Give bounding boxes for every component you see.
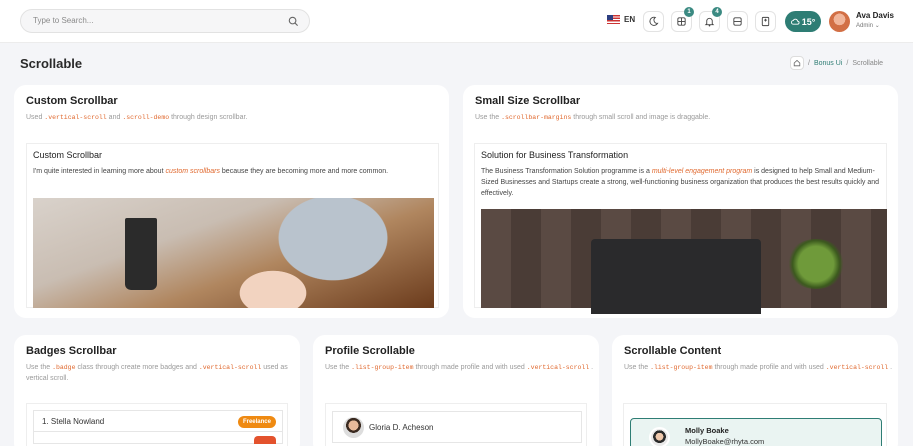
card-title: Small Size Scrollbar <box>475 95 581 107</box>
user-role[interactable]: Admin ⌄ <box>856 22 880 29</box>
bookmark-button[interactable] <box>755 11 776 32</box>
apps-button[interactable]: 1 <box>671 7 694 32</box>
page-title: Scrollable <box>20 56 83 71</box>
small-scroll-area[interactable]: Solution for Business Transformation The… <box>474 143 887 314</box>
user-avatar[interactable] <box>829 11 850 32</box>
scroll-heading: Custom Scrollbar <box>33 150 103 160</box>
status-badge <box>254 436 276 444</box>
notifications-button[interactable]: 4 <box>699 7 722 32</box>
language-label: EN <box>624 15 636 24</box>
scroll-text: I'm quite interested in learning more ab… <box>33 168 389 175</box>
profile-email: MollyBoake@rhyta.com <box>685 437 765 446</box>
moon-icon <box>649 16 659 26</box>
scroll-heading: Solution for Business Transformation <box>481 150 629 160</box>
list-item[interactable]: Gloria D. Acheson <box>332 411 582 443</box>
profile-name: Gloria D. Acheson <box>369 423 434 432</box>
card-title: Profile Scrollable <box>325 345 415 357</box>
search-input[interactable]: Type to Search... <box>33 16 93 25</box>
list-item[interactable] <box>33 432 283 444</box>
list-item[interactable]: Molly Boake MollyBoake@rhyta.com <box>630 418 882 446</box>
custom-scroll-area[interactable]: Custom Scrollbar I'm quite interested in… <box>26 143 439 308</box>
list-item[interactable]: 1. Stella Nowland Freelance <box>33 410 283 432</box>
scrollable-content-card: Scrollable Content Use the .list-group-i… <box>612 335 898 446</box>
layout-button[interactable] <box>727 11 748 32</box>
top-header: Type to Search... EN 1 4 15° Ava Davis A… <box>0 0 913 43</box>
profile-scrollable-card: Profile Scrollable Use the .list-group-i… <box>313 335 599 446</box>
search-box[interactable]: Type to Search... <box>20 9 310 33</box>
user-name[interactable]: Ava Davis <box>856 11 894 20</box>
us-flag-icon <box>607 15 620 24</box>
layout-icon <box>733 17 742 26</box>
weather-button[interactable]: 15° <box>785 11 821 32</box>
apps-count-badge: 1 <box>684 7 694 17</box>
plant-shape <box>786 239 846 289</box>
small-scrollbar-card: Small Size Scrollbar Use the .scrollbar-… <box>463 85 898 318</box>
profile-scroll-area[interactable]: Gloria D. Acheson <box>325 403 587 446</box>
weather-temp: 15° <box>801 16 816 27</box>
dark-mode-button[interactable] <box>643 11 664 32</box>
profile-name: Molly Boake <box>685 426 729 435</box>
card-description: Use the .scrollbar-margins through small… <box>475 114 711 121</box>
badges-scrollbar-card: Badges Scrollbar Use the .badge class th… <box>14 335 300 446</box>
list-item-name: 1. Stella Nowland <box>42 417 105 426</box>
notifications-count-badge: 4 <box>712 7 722 17</box>
laptop-shape <box>591 239 761 314</box>
avatar <box>343 417 364 438</box>
person-laptop-image <box>33 198 434 308</box>
card-title: Badges Scrollbar <box>26 345 117 357</box>
breadcrumb: / Bonus Ui / Scrollable <box>790 56 883 70</box>
card-title: Scrollable Content <box>624 345 722 357</box>
scroll-text: The Business Transformation Solution pro… <box>481 168 880 197</box>
language-selector[interactable]: EN <box>607 15 635 24</box>
breadcrumb-current: Scrollable <box>852 59 884 67</box>
card-title: Custom Scrollbar <box>26 95 118 107</box>
content-scroll-area[interactable]: Molly Boake MollyBoake@rhyta.com <box>623 403 887 446</box>
card-description: Use the .badge class through create more… <box>26 364 288 382</box>
breadcrumb-bonus-ui[interactable]: Bonus Ui <box>814 60 842 67</box>
desk-laptop-image[interactable] <box>481 209 887 314</box>
custom-scrollbar-card: Custom Scrollbar Used .vertical-scroll a… <box>14 85 449 318</box>
chevron-down-icon: ⌄ <box>874 23 880 29</box>
coffee-cup-shape <box>125 218 157 290</box>
bell-icon <box>704 17 715 27</box>
card-description: Use the .list-group-item through made pr… <box>325 364 594 371</box>
cube-icon <box>677 17 686 26</box>
card-description: Use the .list-group-item through made pr… <box>624 364 893 371</box>
status-badge: Freelance <box>237 416 276 428</box>
card-description: Used .vertical-scroll and .scroll-demo t… <box>26 114 248 121</box>
badges-scroll-area[interactable]: 1. Stella Nowland Freelance <box>26 403 288 446</box>
avatar <box>649 427 670 446</box>
search-icon[interactable] <box>288 16 299 27</box>
cloud-icon <box>790 18 800 25</box>
bookmark-icon <box>761 16 770 27</box>
home-icon[interactable] <box>790 56 804 70</box>
